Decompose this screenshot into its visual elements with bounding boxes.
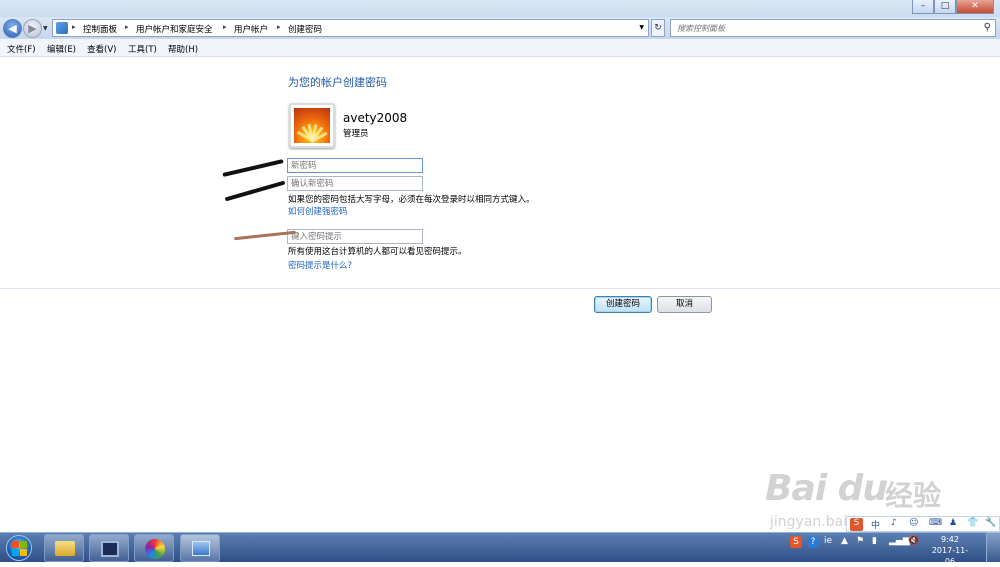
control-panel-taskbar-button[interactable] [180,534,220,562]
search-icon[interactable]: ⚲ [984,22,991,33]
action-center-flag-icon[interactable]: ⚑ [856,536,864,546]
show-hidden-icons[interactable]: ▲ [841,536,848,546]
maximize-button[interactable]: □ [934,0,956,14]
menu-view[interactable]: 查看(V) [87,43,116,55]
user-center-icon[interactable]: ♟ [949,518,957,528]
breadcrumb-create-password[interactable]: 创建密码 [288,23,322,35]
volume-muted-icon[interactable]: 🔇 [908,536,919,546]
baidu-watermark-text: 经验 [885,479,942,512]
chinese-mode-icon[interactable]: 中 [871,518,880,531]
sogou-ime-icon[interactable]: S [850,518,863,531]
folder-icon [55,541,75,556]
password-hint-field[interactable] [287,229,423,244]
start-button[interactable] [6,535,32,561]
film-icon [101,541,119,557]
new-password-field[interactable] [287,158,423,173]
breadcrumb-separator-icon[interactable]: ▸ [223,23,227,31]
clock-time: 9:42 [941,535,959,544]
breadcrumb-separator-icon[interactable]: ▸ [125,23,129,31]
breadcrumb-separator-icon[interactable]: ▸ [72,23,76,31]
create-password-button[interactable]: 创建密码 [594,296,652,313]
ime-language-bar[interactable]: S 中 ♪ ☺ ⌨ ♟ 👕 🔧 [846,516,1000,532]
breadcrumb-user-accounts[interactable]: 用户帐户 [234,23,268,35]
breadcrumb-control-panel[interactable]: 控制面板 [83,23,117,35]
soft-keyboard-icon[interactable]: ⌨ [929,518,942,528]
search-box[interactable]: ⚲ [670,19,996,37]
punctuation-icon[interactable]: ♪ [891,518,897,528]
baidu-watermark-logo: Bai du [765,468,888,509]
confirm-password-field[interactable] [287,176,423,191]
hint-visibility-note: 所有使用这台计算机的人都可以看见密码提示。 [288,247,467,257]
device-tray-icon[interactable]: ▮ [872,536,877,546]
history-dropdown-icon[interactable]: ▼ [43,25,48,32]
account-role: 管理员 [343,129,369,139]
address-dropdown-icon[interactable]: ▼ [639,24,644,31]
close-button[interactable]: ✕ [956,0,994,14]
refresh-button[interactable]: ↻ [651,19,665,37]
explorer-taskbar-button[interactable] [44,534,84,562]
menu-tools[interactable]: 工具(T) [128,43,157,55]
page-title: 为您的帐户创建密码 [288,76,387,89]
search-input[interactable] [677,22,967,35]
black-scribble-mark [224,180,286,202]
navigation-bar: ◀ ▶ ▼ ▸ 控制面板 ▸ 用户帐户和家庭安全 ▸ 用户帐户 ▸ 创建密码 ▼… [0,17,1000,39]
network-signal-icon[interactable]: ▂▄▆ [889,536,910,546]
media-center-taskbar-button[interactable] [89,534,129,562]
skin-icon[interactable]: 👕 [967,518,978,528]
minimize-button[interactable]: – [912,0,934,14]
breadcrumb-user-accounts-family[interactable]: 用户帐户和家庭安全 [136,23,213,35]
menu-file[interactable]: 文件(F) [7,43,36,55]
menu-edit[interactable]: 编辑(E) [47,43,76,55]
emoji-icon[interactable]: ☺ [909,518,918,528]
show-desktop-button[interactable] [986,532,1000,562]
flower-picture [294,108,330,144]
tools-icon[interactable]: 🔧 [985,518,996,528]
color-app-taskbar-button[interactable] [134,534,174,562]
avatar [289,103,335,148]
window-controls: – □ ✕ [912,0,994,14]
username: avety2008 [343,111,408,125]
strong-password-link[interactable]: 如何创建强密码 [288,205,348,217]
control-panel-icon [56,22,68,34]
clock-date: 2017-11-06 [931,546,969,566]
back-button[interactable]: ◀ [3,19,22,38]
forward-button[interactable]: ▶ [23,19,42,38]
menu-bar: 文件(F) 编辑(E) 查看(V) 工具(T) 帮助(H) [0,39,1000,57]
help-tray-icon[interactable]: ? [807,536,819,548]
title-bar: – □ ✕ [0,0,1000,17]
password-hint-link[interactable]: 密码提示是什么? [288,259,352,271]
ie-tray-icon[interactable]: ie [824,536,832,546]
cancel-button[interactable]: 取消 [657,296,712,313]
menu-help[interactable]: 帮助(H) [168,43,198,55]
system-clock[interactable]: 9:42 2017-11-06 [930,534,970,567]
sogou-tray-icon[interactable]: S [790,536,802,548]
divider [0,288,1000,289]
color-wheel-icon [145,539,165,559]
control-panel-icon [192,541,210,556]
address-bar[interactable]: ▸ 控制面板 ▸ 用户帐户和家庭安全 ▸ 用户帐户 ▸ 创建密码 ▼ [52,19,649,37]
taskbar [0,532,1000,562]
breadcrumb-separator-icon[interactable]: ▸ [277,23,281,31]
black-scribble-mark [222,159,284,177]
caps-lock-hint: 如果您的密码包括大写字母，必须在每次登录时以相同方式键入。 [288,195,535,205]
